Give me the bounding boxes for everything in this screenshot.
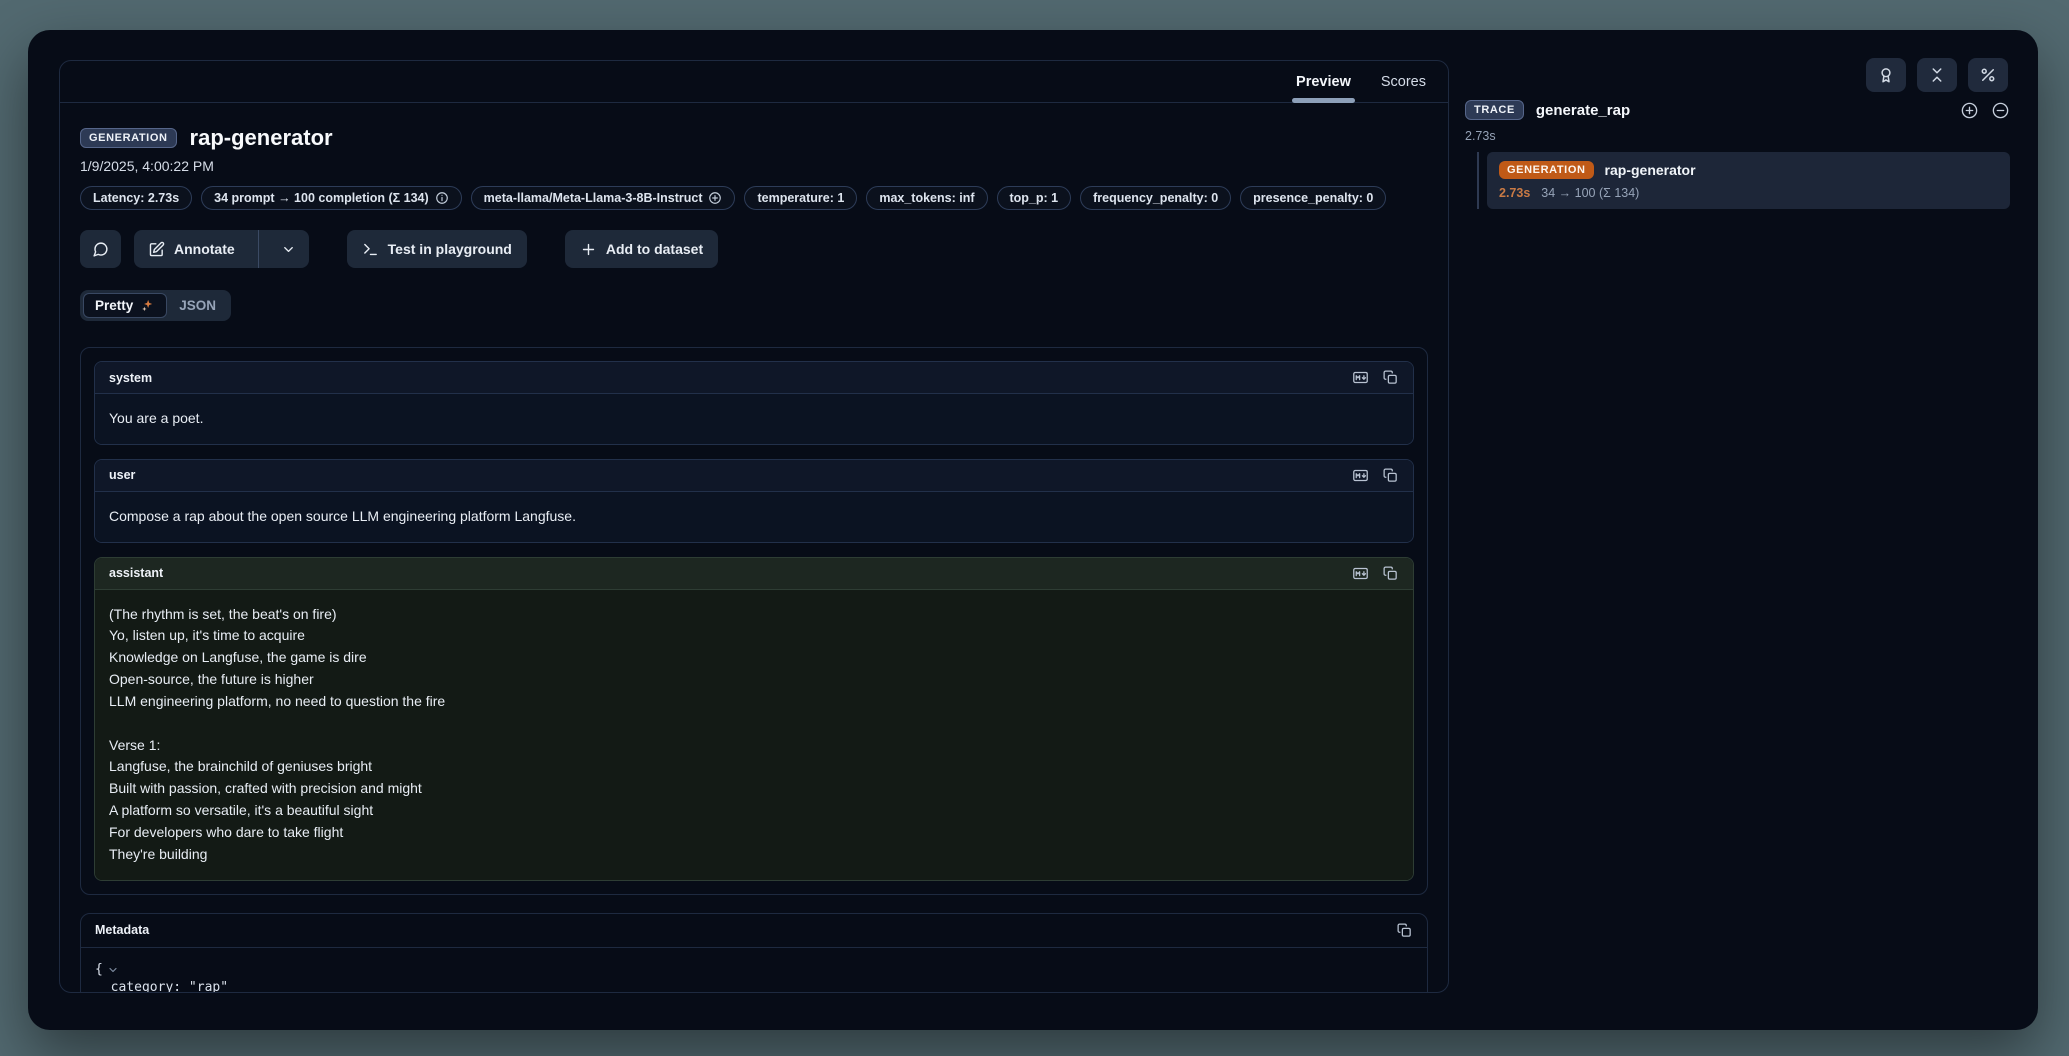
tree-actions (1960, 101, 2010, 120)
metadata-container: Metadata { category: "rap" } (80, 913, 1428, 993)
metadata-header: Metadata (81, 914, 1427, 948)
expand-all-icon[interactable] (1960, 101, 1979, 120)
observation-item-title-row: GENERATION rap-generator (1499, 161, 1998, 179)
message-header-actions (1352, 565, 1399, 582)
terminal-icon (362, 241, 379, 258)
toolbar: Annotate Test in playground Add to datas… (80, 230, 1428, 268)
title-row: GENERATION rap-generator (80, 125, 1428, 151)
trace-latency: 2.73s (1465, 129, 2010, 143)
message-role-label: user (109, 468, 135, 482)
sparkles-icon (140, 298, 155, 313)
messages-container: system You are a poet. user (80, 347, 1428, 895)
usage-percent-button[interactable] (1968, 58, 2008, 92)
tree-row: GENERATION rap-generator 2.73s 34 → 100 … (1465, 152, 2010, 209)
observation-tree-item[interactable]: GENERATION rap-generator 2.73s 34 → 100 … (1487, 152, 2010, 209)
annotate-dropdown-button[interactable] (268, 230, 309, 268)
page-title: rap-generator (190, 125, 333, 151)
pretty-view-button[interactable]: Pretty (83, 293, 167, 318)
system-message-header: system (95, 362, 1413, 394)
message-content: (The rhythm is set, the beat's on fire) … (95, 590, 1413, 880)
test-in-playground-button[interactable]: Test in playground (347, 230, 527, 268)
collapse-json-chevron-icon[interactable] (107, 964, 119, 976)
observation-latency: 2.73s (1499, 186, 1530, 200)
model-pill[interactable]: meta-llama/Meta-Llama-3-8B-Instruct (471, 186, 736, 210)
latency-pill[interactable]: Latency: 2.73s (80, 186, 192, 210)
user-message-block: user Compose a rap about the open source… (94, 459, 1414, 543)
observation-item-name: rap-generator (1605, 162, 1696, 178)
system-message-block: system You are a poet. (94, 361, 1414, 445)
collapse-icon (1928, 66, 1946, 84)
collapse-panel-button[interactable] (1917, 58, 1957, 92)
info-icon (435, 191, 449, 205)
collapse-all-icon[interactable] (1991, 101, 2010, 120)
attribute-pills: Latency: 2.73s 34 prompt → 100 completio… (80, 186, 1428, 210)
copy-icon[interactable] (1396, 922, 1413, 939)
edit-icon (148, 241, 165, 258)
active-tab-underline (1292, 98, 1355, 103)
top-p-pill[interactable]: top_p: 1 (997, 186, 1072, 210)
button-divider (258, 230, 259, 268)
trace-header-left[interactable]: TRACE generate_rap (1465, 100, 1630, 120)
user-message-header: user (95, 460, 1413, 492)
token-usage-pill[interactable]: 34 prompt → 100 completion (Σ 134) (201, 186, 462, 210)
app-window: Preview Scores GENERATION rap-generator … (28, 30, 2038, 1030)
annotation-queue-button[interactable] (1866, 58, 1906, 92)
trace-name: generate_rap (1536, 102, 1630, 119)
metadata-json: { category: "rap" } (81, 948, 1427, 993)
chat-bubble-icon (92, 241, 109, 258)
temperature-pill[interactable]: temperature: 1 (744, 186, 857, 210)
detail-tabbar: Preview Scores (60, 61, 1448, 103)
trace-tree-panel: TRACE generate_rap 2.73s GENERATION rap-… (1465, 100, 2010, 209)
assistant-message-block: assistant (The rhythm is set, the beat's… (94, 557, 1414, 881)
message-header-actions (1352, 369, 1399, 386)
markdown-icon[interactable] (1352, 565, 1369, 582)
markdown-icon[interactable] (1352, 467, 1369, 484)
trace-type-badge: TRACE (1465, 100, 1524, 120)
frequency-penalty-pill[interactable]: frequency_penalty: 0 (1080, 186, 1231, 210)
plus-icon (580, 241, 597, 258)
copy-icon[interactable] (1382, 369, 1399, 386)
metadata-json-root: { (95, 961, 1413, 980)
presence-penalty-pill[interactable]: presence_penalty: 0 (1240, 186, 1386, 210)
annotate-split-button: Annotate (134, 230, 309, 268)
timestamp: 1/9/2025, 4:00:22 PM (80, 158, 1428, 174)
max-tokens-pill[interactable]: max_tokens: inf (866, 186, 987, 210)
window-actions (1866, 58, 2008, 92)
markdown-icon[interactable] (1352, 369, 1369, 386)
add-to-dataset-button[interactable]: Add to dataset (565, 230, 718, 268)
message-content: You are a poet. (95, 394, 1413, 444)
tab-preview[interactable]: Preview (1296, 61, 1351, 102)
message-content: Compose a rap about the open source LLM … (95, 492, 1413, 542)
assistant-message-header: assistant (95, 558, 1413, 590)
detail-body: GENERATION rap-generator 1/9/2025, 4:00:… (60, 103, 1448, 993)
copy-icon[interactable] (1382, 565, 1399, 582)
metadata-json-body: category: "rap" } (95, 979, 1413, 993)
tab-scores[interactable]: Scores (1381, 61, 1426, 102)
annotate-button[interactable]: Annotate (134, 230, 249, 268)
message-header-actions (1352, 467, 1399, 484)
comments-button[interactable] (80, 230, 121, 268)
observation-detail-card: Preview Scores GENERATION rap-generator … (59, 60, 1449, 993)
trace-header: TRACE generate_rap (1465, 100, 2010, 120)
observation-token-usage: 34 → 100 (Σ 134) (1541, 186, 1639, 200)
plus-circle-icon (708, 191, 722, 205)
view-mode-toggle: Pretty JSON (80, 290, 231, 321)
message-role-label: system (109, 371, 152, 385)
json-view-button[interactable]: JSON (167, 294, 228, 317)
copy-icon[interactable] (1382, 467, 1399, 484)
observation-item-stats-row: 2.73s 34 → 100 (Σ 134) (1499, 186, 1998, 200)
metadata-title: Metadata (95, 923, 149, 937)
message-role-label: assistant (109, 566, 163, 580)
observation-type-badge: GENERATION (80, 128, 177, 148)
award-icon (1877, 66, 1895, 84)
generation-type-badge: GENERATION (1499, 161, 1594, 179)
percent-icon (1979, 66, 1997, 84)
tree-indent-guide (1477, 152, 1479, 209)
chevron-down-icon (281, 242, 296, 257)
